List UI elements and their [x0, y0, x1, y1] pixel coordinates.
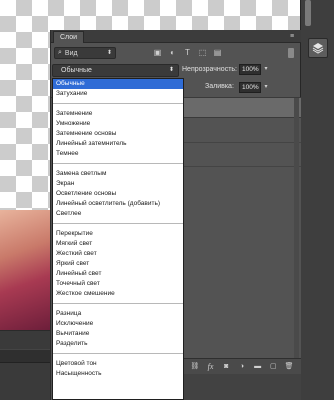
layers-stack-icon	[312, 43, 324, 54]
blend-option[interactable]: Обычные	[53, 79, 183, 89]
blend-mode-current: Обычные	[61, 67, 92, 74]
panel-footer: ⛓ fx ◙ ◑ ▬ ▢ 🗑	[183, 358, 301, 374]
menu-separator	[53, 223, 183, 224]
blend-option[interactable]: Жесткий свет	[53, 249, 183, 259]
blend-option[interactable]: Вычитание	[53, 329, 183, 339]
blend-option[interactable]: Цветовой тон	[53, 359, 183, 369]
blend-option[interactable]: Умножение	[53, 119, 183, 129]
chevron-updown-icon: ⬍	[106, 50, 112, 56]
trash-icon[interactable]: 🗑	[284, 361, 295, 373]
blend-option[interactable]: Затемнение основы	[53, 129, 183, 139]
panel-empty-area	[183, 374, 301, 400]
shape-filter-icon[interactable]: ⬚	[198, 47, 207, 58]
fill-label: Заливка:	[205, 83, 234, 90]
filter-kind-select[interactable]: ⌕ Вид ⬍	[54, 47, 116, 59]
blend-option[interactable]: Линейный свет	[53, 269, 183, 279]
chevron-updown-icon: ⬍	[168, 67, 174, 73]
blend-option[interactable]: Точечный свет	[53, 279, 183, 289]
layers-dock-button[interactable]	[308, 38, 328, 58]
blend-option[interactable]: Разница	[53, 309, 183, 319]
image-filter-icon[interactable]: ▣	[153, 47, 162, 58]
menu-separator	[53, 163, 183, 164]
blend-mode-menu: Обычные Затухание Затемнение Умножение З…	[52, 78, 184, 400]
layer-separator	[183, 142, 301, 143]
filter-toggle[interactable]	[288, 48, 294, 58]
search-icon: ⌕	[58, 49, 62, 56]
menu-separator	[53, 103, 183, 104]
right-dock	[300, 0, 334, 400]
blend-option[interactable]: Затемнение	[53, 109, 183, 119]
blend-option[interactable]: Мягкий свет	[53, 239, 183, 249]
blend-option[interactable]: Исключение	[53, 319, 183, 329]
blend-option[interactable]: Замена светлым	[53, 169, 183, 179]
blend-option[interactable]: Светлее	[53, 209, 183, 219]
blend-option[interactable]: Линейный осветлитель (добавить)	[53, 199, 183, 209]
opacity-label: Непрозрачность:	[182, 66, 237, 73]
fx-icon[interactable]: fx	[205, 361, 216, 373]
blend-option[interactable]: Затухание	[53, 89, 183, 99]
filter-kind-label: Вид	[64, 49, 78, 57]
panel-scrollbar[interactable]	[294, 98, 299, 358]
link-icon[interactable]: ⛓	[189, 361, 200, 373]
menu-separator	[53, 353, 183, 354]
layer-row-selected[interactable]	[183, 98, 301, 118]
layer-list[interactable]	[183, 118, 301, 358]
photo-layer-content	[0, 210, 52, 330]
menu-separator	[53, 303, 183, 304]
panel-tab-strip: Слои ≡	[51, 30, 301, 43]
blend-option[interactable]: Жесткое смешение	[53, 289, 183, 299]
blend-option[interactable]: Линейный затемнитель	[53, 139, 183, 149]
new-layer-icon[interactable]: ▢	[268, 361, 279, 373]
blend-option[interactable]: Разделить	[53, 339, 183, 349]
fill-field[interactable]: 100%	[239, 82, 261, 93]
blend-option[interactable]: Перекрытие	[53, 229, 183, 239]
filter-icons: ▣ ◐ T ⬚ ▤	[153, 47, 222, 59]
blend-option[interactable]: Осветление основы	[53, 189, 183, 199]
mask-icon[interactable]: ◙	[221, 361, 232, 373]
blend-option[interactable]: Темнее	[53, 149, 183, 159]
panel-menu-icon[interactable]: ≡	[287, 32, 297, 41]
adjustment-icon[interactable]: ◑	[236, 361, 247, 373]
filter-row: ⌕ Вид ⬍ ▣ ◐ T ⬚ ▤	[51, 44, 301, 62]
blend-mode-select[interactable]: Обычные ⬍	[52, 64, 179, 77]
adjustment-filter-icon[interactable]: ◐	[168, 47, 177, 58]
opacity-field[interactable]: 100%	[239, 64, 261, 75]
dock-scrollbar[interactable]	[305, 0, 311, 26]
fill-slider-arrow-icon[interactable]: ▾	[262, 82, 270, 93]
opacity-slider-arrow-icon[interactable]: ▾	[262, 64, 270, 75]
type-filter-icon[interactable]: T	[183, 47, 192, 58]
blend-option[interactable]: Экран	[53, 179, 183, 189]
blend-option[interactable]: Насыщенность	[53, 369, 183, 379]
tab-layers[interactable]: Слои	[53, 31, 85, 43]
layer-separator	[183, 166, 301, 167]
group-folder-icon[interactable]: ▬	[252, 361, 263, 373]
smart-object-filter-icon[interactable]: ▤	[213, 47, 222, 58]
blend-option[interactable]: Яркий свет	[53, 259, 183, 269]
